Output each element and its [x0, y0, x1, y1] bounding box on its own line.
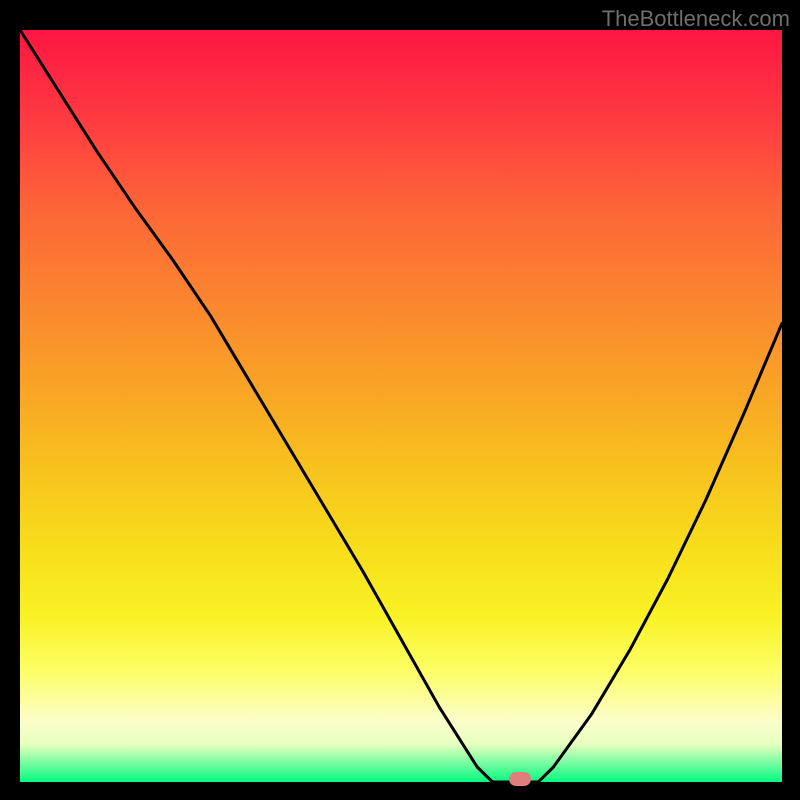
watermark-text: TheBottleneck.com: [602, 6, 790, 32]
plot-area: [20, 30, 782, 782]
optimal-marker: [509, 772, 531, 786]
bottleneck-curve: [20, 30, 782, 782]
